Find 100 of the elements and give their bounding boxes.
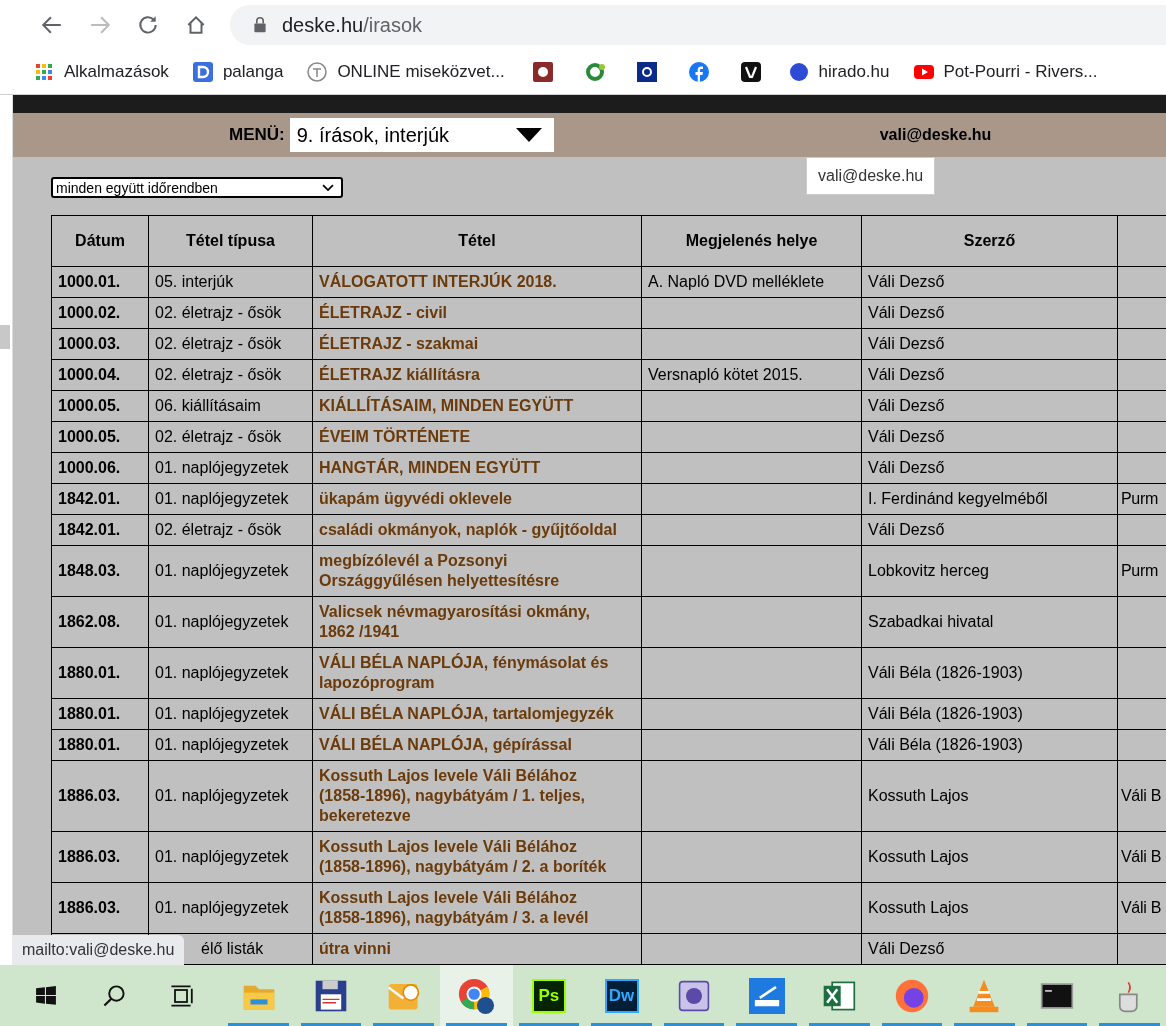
home-icon: [185, 14, 207, 36]
task-view-icon: [169, 983, 194, 1008]
bookmark[interactable]: ONLINE miseközvet...: [299, 58, 513, 86]
column-header: Tétel típusa: [148, 215, 313, 267]
running-indicator: [1099, 1023, 1160, 1026]
bookmark[interactable]: Pot-Pourri - Rivers...: [905, 58, 1106, 86]
running-indicator: [954, 1023, 1015, 1026]
running-indicator: [736, 1023, 797, 1026]
author-cell: Váli Dezső: [868, 521, 945, 538]
windows-icon: [34, 984, 57, 1007]
date-cell: 1862.08.: [58, 613, 121, 630]
date-cell: 1000.06.: [58, 459, 121, 476]
running-indicator: [300, 1023, 362, 1026]
table-cell: Purm: [1121, 490, 1159, 507]
running-indicator: [809, 1023, 870, 1026]
author-cell: Szabadkai hivatal: [868, 613, 994, 630]
date-cell: 1842.01.: [58, 521, 121, 538]
author-cell: Kossuth Lajos: [868, 848, 969, 865]
running-indicator: [446, 1023, 507, 1026]
table-cell: Váli B: [1121, 848, 1161, 865]
back-arrow-icon: [41, 14, 63, 36]
place-cell: A. Napló DVD melléklete: [648, 273, 825, 290]
app-icon: Ps: [531, 978, 566, 1013]
square-logo-icon: [636, 62, 657, 82]
bookmark[interactable]: Alkalmazások: [26, 58, 177, 86]
facebook-icon: [688, 62, 709, 82]
app-window-icon: [678, 979, 711, 1012]
author-cell: Váli Dezső: [868, 428, 945, 445]
author-cell: Kossuth Lajos: [868, 899, 969, 916]
type-cell: élő listák: [201, 940, 264, 957]
menu-dropdown[interactable]: 9. írások, interjúk: [289, 118, 554, 152]
bookmark[interactable]: palanga: [184, 58, 292, 86]
app-icon: Dw: [604, 978, 639, 1013]
date-cell: 1886.03.: [58, 899, 121, 916]
taskbar-button[interactable]: Ps: [512, 965, 586, 1026]
type-cell: 02. életrajz - ősök: [155, 521, 282, 538]
scanner-icon: [748, 977, 785, 1014]
reload-icon: [137, 14, 159, 36]
running-indicator: [591, 1023, 652, 1026]
status-tooltip: mailto:vali@deske.hu: [12, 935, 185, 965]
date-cell: 1880.01.: [58, 736, 121, 753]
date-cell: 1886.03.: [58, 848, 121, 865]
date-cell: 1000.01.: [58, 273, 121, 290]
chrome-icon: [457, 976, 496, 1015]
filter-dropdown[interactable]: minden együtt időrendben: [51, 177, 343, 198]
date-cell: 1880.01.: [58, 705, 121, 722]
taskbar-button[interactable]: Dw: [585, 965, 658, 1026]
type-cell: 06. kiállításaim: [155, 397, 261, 414]
url-host: deske.hu: [282, 13, 364, 37]
author-cell: Váli Dezső: [868, 273, 945, 290]
type-cell: 01. naplójegyzetek: [155, 490, 289, 507]
author-cell: Váli Dezső: [868, 304, 945, 321]
type-cell: 01. naplójegyzetek: [155, 848, 289, 865]
table-cell: Váli B: [1121, 899, 1161, 916]
search-icon: [101, 983, 126, 1008]
type-cell: 01. naplójegyzetek: [155, 562, 289, 579]
table-cell: Váli B: [1121, 787, 1161, 804]
type-cell: 01. naplójegyzetek: [155, 664, 289, 681]
apps-grid-icon: [34, 62, 54, 82]
column-header: Dátum: [51, 215, 149, 267]
taskbar-button[interactable]: [440, 965, 513, 1026]
author-cell: Váli Béla (1826-1903): [868, 705, 1023, 722]
running-indicator: [228, 1023, 289, 1026]
running-indicator: [1026, 1023, 1088, 1026]
youtube-icon: [913, 62, 934, 82]
type-cell: 02. életrajz - ősök: [155, 428, 282, 445]
date-cell: 1886.03.: [58, 787, 121, 804]
scrollbar-thumb[interactable]: [0, 325, 10, 349]
type-cell: 02. életrajz - ősök: [155, 304, 282, 321]
circle-logo-icon: [307, 62, 328, 82]
date-cell: 1842.01.: [58, 490, 121, 507]
date-cell: 1848.03.: [58, 562, 121, 579]
column-header: Szerző: [861, 215, 1118, 267]
forward-arrow-icon: [89, 14, 111, 36]
author-cell: Lobkovitz herceg: [868, 562, 989, 579]
email-link[interactable]: vali@deske.hu: [879, 126, 992, 144]
place-cell: Versnapló kötet 2015.: [648, 366, 803, 383]
type-cell: 02. életrajz - ősök: [155, 335, 282, 352]
address-bar[interactable]: deske.hu/irasok: [230, 5, 1166, 45]
bookmark[interactable]: hirado.hu: [780, 58, 898, 86]
type-cell: 01. naplójegyzetek: [155, 459, 289, 476]
author-cell: Váli Béla (1826-1903): [868, 664, 1023, 681]
ring-logo-icon: [584, 62, 605, 82]
lock-icon: [252, 17, 268, 33]
dot-icon: [788, 62, 809, 82]
author-cell: Váli Dezső: [868, 940, 945, 957]
running-indicator: [373, 1023, 435, 1026]
author-cell: Váli Dezső: [868, 335, 945, 352]
running-indicator: [518, 1023, 580, 1026]
date-cell: 1000.05.: [58, 428, 121, 445]
date-cell: 1000.02.: [58, 304, 121, 321]
author-cell: Váli Dezső: [868, 459, 945, 476]
type-cell: 01. naplójegyzetek: [155, 899, 289, 916]
type-cell: 01. naplójegyzetek: [155, 787, 289, 804]
column-header: Megjelenés helye: [641, 215, 862, 267]
date-cell: 1000.05.: [58, 397, 121, 414]
date-cell: 1880.01.: [58, 664, 121, 681]
email-tooltip: vali@deske.hu: [806, 157, 936, 195]
date-cell: 1000.04.: [58, 366, 121, 383]
type-cell: 01. naplójegyzetek: [155, 736, 289, 753]
